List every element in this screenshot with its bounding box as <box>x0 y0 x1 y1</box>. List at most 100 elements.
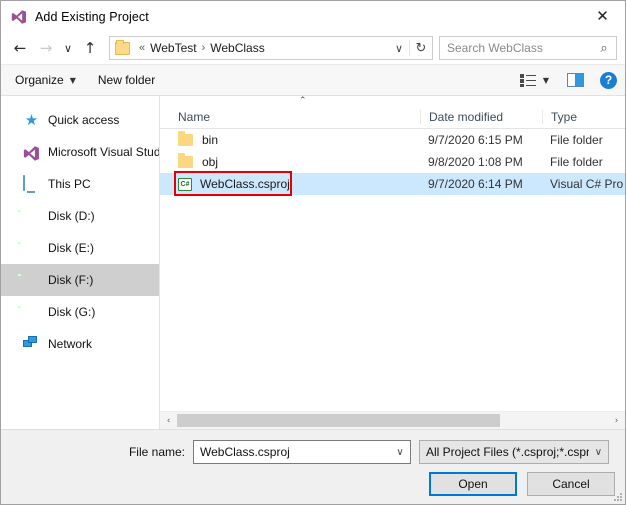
type-cell: File folder <box>550 133 603 147</box>
scroll-right-icon[interactable]: › <box>608 412 625 429</box>
file-name-input[interactable]: WebClass.csproj ∨ <box>193 440 411 464</box>
table-row[interactable]: bin 9/7/2020 6:15 PM File folder <box>160 129 625 151</box>
file-type-filter-dropdown[interactable]: All Project Files (*.csproj;*.cspro ∨ <box>419 440 609 464</box>
view-options-icon[interactable] <box>519 73 536 87</box>
organize-label: Organize <box>15 73 64 87</box>
chevron-down-icon[interactable]: ∨ <box>390 447 410 458</box>
network-icon <box>23 335 40 353</box>
type-cell: File folder <box>550 155 603 169</box>
breadcrumb-separator: › <box>201 42 206 54</box>
sidebar-item-disk-d[interactable]: Disk (D:) <box>1 200 159 232</box>
scrollbar-track[interactable] <box>177 412 608 429</box>
file-name-value: WebClass.csproj <box>200 445 290 459</box>
sidebar-item-label: Disk (F:) <box>48 273 94 287</box>
file-name-label: obj <box>202 155 219 169</box>
sidebar-item-label: Network <box>48 337 93 351</box>
navigation-sidebar: ★ Quick access Microsoft Visual Stud Thi… <box>1 96 160 429</box>
sidebar-item-disk-e[interactable]: Disk (E:) <box>1 232 159 264</box>
sidebar-item-network[interactable]: Network <box>1 328 159 360</box>
dialog-footer: File name: WebClass.csproj ∨ All Project… <box>1 429 625 504</box>
chevron-down-icon[interactable]: ∨ <box>589 447 608 458</box>
chevron-down-icon: ▼ <box>69 75 76 85</box>
dialog-body: ★ Quick access Microsoft Visual Stud Thi… <box>1 96 625 429</box>
sidebar-item-this-pc[interactable]: This PC <box>1 168 159 200</box>
window-title: Add Existing Project <box>35 9 149 24</box>
search-icon[interactable]: ⌕ <box>592 41 616 56</box>
breadcrumb-prefix: « <box>139 42 146 54</box>
sort-ascending-icon: ⌃ <box>299 96 307 106</box>
breadcrumb-segment-webclass[interactable]: WebClass <box>210 41 264 55</box>
sidebar-item-disk-f[interactable]: Disk (F:) <box>1 264 159 296</box>
horizontal-scrollbar[interactable]: ‹ › <box>160 411 625 429</box>
recent-locations-icon[interactable]: ∨ <box>59 35 77 61</box>
close-icon[interactable]: ✕ <box>580 1 625 31</box>
refresh-icon[interactable]: ↻ <box>409 40 432 56</box>
sidebar-item-label: Disk (G:) <box>48 305 96 319</box>
column-header-name[interactable]: Name <box>160 110 420 124</box>
view-options-chevron-down-icon[interactable]: ▼ <box>543 76 549 85</box>
file-name-cell: C# WebClass.csproj <box>160 177 420 191</box>
column-header-type[interactable]: Type <box>542 109 625 124</box>
organize-button[interactable]: Organize ▼ <box>15 73 76 87</box>
date-modified-cell: 9/7/2020 6:15 PM <box>428 133 523 147</box>
command-bar: Organize ▼ New folder ▼ ? <box>1 64 625 96</box>
chevron-down-icon[interactable]: ∨ <box>389 42 409 55</box>
sidebar-item-label: Quick access <box>48 113 120 127</box>
sidebar-item-label: This PC <box>48 177 91 191</box>
preview-pane-right <box>575 74 583 86</box>
sidebar-item-microsoft-visual-studio[interactable]: Microsoft Visual Stud <box>1 136 159 168</box>
file-list-pane: ⌃ Name Date modified Type bin 9/7/2020 6… <box>160 96 625 429</box>
title-bar: Add Existing Project ✕ <box>1 1 625 32</box>
sidebar-item-disk-g[interactable]: Disk (G:) <box>1 296 159 328</box>
file-name-label: bin <box>202 133 219 147</box>
file-name-label: File name: <box>128 445 185 459</box>
dialog-buttons: Open Cancel <box>429 472 615 496</box>
cancel-button[interactable]: Cancel <box>527 472 615 496</box>
file-name-label: WebClass.csproj <box>200 177 290 191</box>
sidebar-item-label: Disk (D:) <box>48 209 95 223</box>
breadcrumb[interactable]: « WebTest › WebClass ∨ ↻ <box>109 36 433 60</box>
visual-studio-icon <box>11 9 27 25</box>
forward-icon: → <box>39 39 53 57</box>
date-modified-cell: 9/7/2020 6:14 PM <box>428 177 523 191</box>
up-one-level-icon[interactable]: ↑ <box>77 35 103 61</box>
star-icon: ★ <box>24 110 39 129</box>
file-name-cell: bin <box>160 131 420 147</box>
folder-icon <box>178 153 193 168</box>
this-pc-icon <box>23 174 40 193</box>
drive-icon <box>23 240 40 257</box>
sidebar-item-quick-access[interactable]: ★ Quick access <box>1 104 159 136</box>
column-header-date-modified[interactable]: Date modified <box>420 109 542 124</box>
resize-grip[interactable] <box>613 492 622 501</box>
csharp-project-icon: C# <box>178 177 192 191</box>
file-name-cell: obj <box>160 153 420 169</box>
drive-icon <box>23 272 40 289</box>
file-rows: bin 9/7/2020 6:15 PM File folder obj 9/8… <box>160 129 625 411</box>
add-existing-project-dialog: Add Existing Project ✕ ← → ∨ ↑ « WebTest… <box>0 0 626 505</box>
preview-pane-left <box>568 74 576 86</box>
table-row[interactable]: C# WebClass.csproj 9/7/2020 6:14 PM Visu… <box>160 173 625 195</box>
search-input[interactable]: Search WebClass ⌕ <box>439 36 617 60</box>
sidebar-item-label: Microsoft Visual Stud <box>48 145 159 159</box>
file-type-filter-value: All Project Files (*.csproj;*.cspro <box>426 445 589 459</box>
folder-icon <box>178 131 193 146</box>
table-row[interactable]: obj 9/8/2020 1:08 PM File folder <box>160 151 625 173</box>
drive-icon <box>23 304 40 321</box>
date-modified-cell: 9/8/2020 1:08 PM <box>428 155 523 169</box>
scroll-left-icon[interactable]: ‹ <box>160 412 177 429</box>
visual-studio-icon <box>23 144 40 161</box>
help-icon[interactable]: ? <box>600 71 617 89</box>
folder-icon <box>115 39 130 55</box>
sidebar-item-label: Disk (E:) <box>48 241 94 255</box>
file-name-row: File name: WebClass.csproj ∨ All Project… <box>1 440 615 464</box>
new-folder-button[interactable]: New folder <box>98 73 155 87</box>
back-icon[interactable]: ← <box>7 35 33 61</box>
drive-icon <box>23 208 40 225</box>
open-button[interactable]: Open <box>429 472 517 496</box>
preview-pane-icon[interactable] <box>567 73 584 87</box>
search-placeholder: Search WebClass <box>447 41 543 55</box>
navigation-bar: ← → ∨ ↑ « WebTest › WebClass ∨ ↻ Search … <box>1 32 625 64</box>
breadcrumb-segment-webtest[interactable]: WebTest <box>150 41 196 55</box>
scrollbar-thumb[interactable] <box>177 414 501 427</box>
column-header-row: Name Date modified Type <box>160 105 625 129</box>
